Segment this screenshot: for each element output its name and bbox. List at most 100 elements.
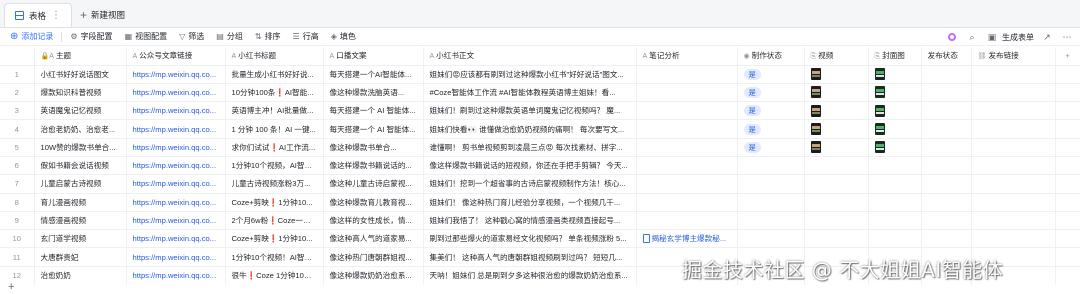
- video-thumbnail[interactable]: [810, 104, 821, 117]
- cell-publish-link[interactable]: [971, 229, 1056, 249]
- table-row[interactable]: 7 儿童启蒙古诗视频 https://mp.weixin.qq.co... 儿童古诗视…: [0, 174, 1080, 194]
- video-thumbnail[interactable]: [810, 141, 821, 154]
- ai-icon[interactable]: [945, 30, 959, 44]
- cell-cover[interactable]: [868, 138, 922, 157]
- group-button[interactable]: ▤ 分组: [210, 28, 249, 46]
- column-header-publish-link[interactable]: ⛓ 发布链接: [971, 47, 1056, 66]
- cell-script[interactable]: 像这种儿童古诗启蒙视...: [323, 174, 424, 194]
- cell-status[interactable]: [737, 174, 805, 194]
- cell-script[interactable]: 像这种热门唐朝群姐视...: [323, 247, 424, 267]
- cell-body[interactable]: 集美们！ 这种高人气的唐朝群姐视频刷到过吗？ 短短几...: [423, 247, 637, 267]
- cell-video[interactable]: [804, 193, 869, 212]
- cover-thumbnail[interactable]: [874, 68, 885, 81]
- video-thumbnail[interactable]: [810, 123, 821, 136]
- cell-topic[interactable]: 10W赞的爆款书单合...: [34, 138, 127, 157]
- cell-video[interactable]: [804, 156, 869, 176]
- cell-status[interactable]: 是: [737, 65, 805, 84]
- cell-script[interactable]: 像这样的女性成长，情...: [323, 211, 424, 231]
- cell-status[interactable]: [737, 211, 805, 231]
- cell-body[interactable]: 天呐！姐妹们 总是刷到夕多这种很治愈的爆款奶奶治愈系...: [423, 266, 637, 285]
- cell-topic[interactable]: 爆款知识科普视频: [34, 83, 127, 103]
- cell-topic[interactable]: 情感漫画视频: [34, 211, 127, 231]
- table-row[interactable]: 10 玄门道学视频 https://mp.weixin.qq.co... Coze+剪…: [0, 229, 1080, 249]
- cell-publish-status[interactable]: [921, 83, 972, 103]
- cell-status[interactable]: 是: [737, 119, 805, 139]
- column-header-publish-status[interactable]: 发布状态: [921, 47, 972, 66]
- doc-link[interactable]: 揭秘玄学博主爆款秘...: [642, 233, 726, 244]
- cell-publish-status[interactable]: [921, 156, 972, 176]
- cell-analysis[interactable]: [636, 138, 738, 157]
- cell-status[interactable]: [737, 156, 805, 176]
- cell-title[interactable]: 1分钟10个视频！AI智能...: [225, 247, 324, 267]
- cell-topic[interactable]: 英语魔鬼记忆视频: [34, 101, 127, 121]
- cell-analysis[interactable]: [636, 101, 738, 121]
- cell-publish-link[interactable]: [971, 138, 1056, 157]
- generate-form-button[interactable]: ▣ 生成表单: [985, 30, 1034, 44]
- cell-status[interactable]: 是: [737, 83, 805, 103]
- column-header-url[interactable]: A 公众号文章链接: [126, 47, 226, 66]
- cell-video[interactable]: [804, 101, 869, 121]
- cell-video[interactable]: [804, 229, 869, 249]
- cell-cover[interactable]: [868, 174, 922, 194]
- cell-title[interactable]: 儿童古诗视频涨粉3万...: [225, 174, 324, 194]
- cell-title[interactable]: Coze+剪映❗1分钟10...: [225, 229, 324, 249]
- cell-publish-status[interactable]: [921, 119, 972, 139]
- column-header-analysis[interactable]: A 笔记分析: [636, 47, 738, 66]
- cell-cover[interactable]: [868, 156, 922, 176]
- cell-body[interactable]: 姐妹们我悟了！ 这种戳心窝的情感漫画类视频直接起号...: [423, 211, 637, 231]
- sort-button[interactable]: ⇅ 排序: [249, 28, 287, 46]
- search-icon[interactable]: ⌕: [965, 30, 979, 44]
- cell-analysis[interactable]: [636, 193, 738, 212]
- cell-script[interactable]: 像这种爆款育儿教育视...: [323, 193, 424, 212]
- cover-thumbnail[interactable]: [874, 104, 885, 117]
- cell-video[interactable]: [804, 119, 869, 139]
- cell-body[interactable]: 姐妹们！刷到过这种爆款英语单词魔鬼记忆视频吗？ 魔...: [423, 101, 637, 121]
- cell-publish-status[interactable]: [921, 65, 972, 84]
- cell-video[interactable]: [804, 174, 869, 194]
- cell-script[interactable]: 像这样爆款书籍说话的...: [323, 156, 424, 176]
- cell-analysis[interactable]: [636, 211, 738, 231]
- table-row[interactable]: 6 假如书籍会说话视频 https://mp.weixin.qq.co... 1分钟1…: [0, 156, 1080, 176]
- cell-title[interactable]: 求你们试试❗AI工作流...: [225, 138, 324, 157]
- video-thumbnail[interactable]: [810, 68, 821, 81]
- table-row[interactable]: 1 小红书好好说话图文 https://mp.weixin.qq.co... 批量生成…: [0, 65, 1080, 84]
- select-all-checkbox[interactable]: [0, 47, 35, 66]
- add-record-button[interactable]: ⊕ 添加记录: [8, 28, 59, 46]
- cell-topic[interactable]: 大唐群贵妃: [34, 247, 127, 267]
- cell-topic[interactable]: 假如书籍会说话视频: [34, 156, 127, 176]
- cell-body[interactable]: 姐妹们！ 像这种热门育儿经验分享视频，一个视频几千...: [423, 193, 637, 212]
- cell-url[interactable]: https://mp.weixin.qq.co...: [126, 119, 226, 139]
- cell-url[interactable]: https://mp.weixin.qq.co...: [126, 266, 226, 285]
- tab-table[interactable]: 表格 ⋮: [4, 3, 73, 27]
- cell-publish-link[interactable]: [971, 156, 1056, 176]
- column-header-cover[interactable]: ⎘ 封面图: [868, 47, 922, 66]
- cell-script[interactable]: 像这种高人气的道家易...: [323, 229, 424, 249]
- cell-body[interactable]: 谁懂啊！ 剪书单视频剪到凌晨三点😡 每次找素材、拼字...: [423, 138, 637, 157]
- add-row-button[interactable]: +: [8, 281, 14, 293]
- cell-video[interactable]: [804, 138, 869, 157]
- cell-cover[interactable]: [868, 193, 922, 212]
- cell-body[interactable]: 姐妹们快看👀 谁懂做治愈奶奶视频的痛啊！ 每次要写文...: [423, 119, 637, 139]
- cell-script[interactable]: 每天搭建一个 AI 智能体...: [323, 101, 424, 121]
- cell-publish-status[interactable]: [921, 138, 972, 157]
- column-header-status[interactable]: ◉ 制作状态: [737, 47, 805, 66]
- more-icon[interactable]: ⋮: [51, 10, 61, 21]
- table-row[interactable]: 8 育儿漫画视频 https://mp.weixin.qq.co... Coze+剪映…: [0, 193, 1080, 212]
- cell-body[interactable]: 姐妹们！挖到一个超省事的古诗启蒙视频制作方法！核心...: [423, 174, 637, 194]
- cover-thumbnail[interactable]: [874, 141, 885, 154]
- filter-button[interactable]: ▽ 筛选: [173, 28, 210, 46]
- cell-analysis[interactable]: [636, 174, 738, 194]
- cell-video[interactable]: [804, 211, 869, 231]
- cell-topic[interactable]: 玄门道学视频: [34, 229, 127, 249]
- cell-status[interactable]: 是: [737, 101, 805, 121]
- view-config-button[interactable]: ▦ 视图配置: [119, 28, 174, 46]
- column-header-topic[interactable]: 🔒A 主题: [34, 47, 127, 66]
- cell-publish-status[interactable]: [921, 211, 972, 231]
- new-view-button[interactable]: + 新建视图: [72, 3, 133, 27]
- cell-url[interactable]: https://mp.weixin.qq.co...: [126, 83, 226, 103]
- cell-video[interactable]: [804, 83, 869, 103]
- cell-script[interactable]: 像这种爆款洗脑英语...: [323, 83, 424, 103]
- cell-video[interactable]: [804, 65, 869, 84]
- more-options-icon[interactable]: ⋯: [1060, 30, 1074, 44]
- table-row[interactable]: 2 爆款知识科普视频 https://mp.weixin.qq.co... 10分钟1…: [0, 83, 1080, 103]
